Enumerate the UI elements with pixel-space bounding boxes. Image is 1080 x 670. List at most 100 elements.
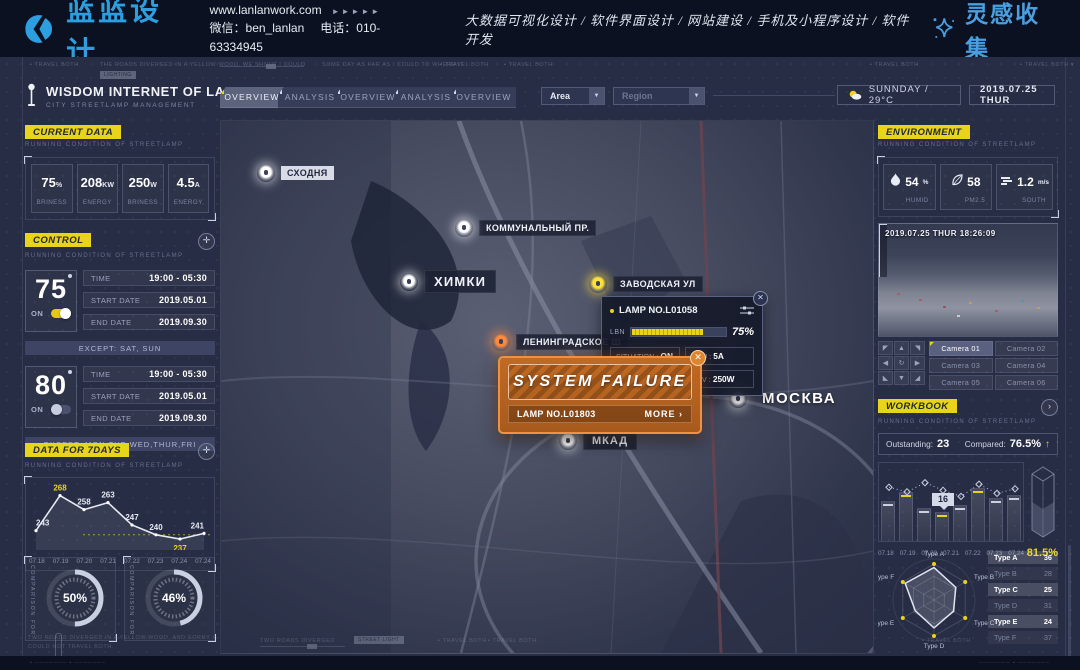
schedule-value[interactable]: 19:00 - 05:30: [149, 273, 207, 283]
schedule-value[interactable]: 2019.05.01: [159, 295, 207, 305]
add-button[interactable]: ✛: [198, 233, 215, 250]
footer-decoration: ▪ ─────── ▪ ───────: [30, 660, 106, 666]
decor-slider: [220, 66, 304, 67]
schedule-value[interactable]: 2019.09.30: [159, 317, 207, 327]
stat-label: ENERGY: [78, 199, 118, 206]
env-label: HUMID: [887, 197, 932, 204]
svg-text:241: 241: [191, 521, 205, 530]
pan-down-icon[interactable]: ▼: [894, 371, 909, 385]
on-row: ON: [26, 309, 76, 318]
close-icon[interactable]: ✕: [753, 291, 768, 306]
chevron-down-icon[interactable]: ▼: [589, 88, 604, 104]
panel-subtitle: RUNNING CONDITION OF STREETLAMP: [25, 463, 215, 469]
schedule-value[interactable]: 2019.09.30: [159, 413, 207, 423]
env-label: PM2.5: [944, 197, 989, 204]
camera-button[interactable]: Camera 06: [995, 375, 1059, 390]
map-pin[interactable]: ЗАВОДСКАЯ УЛ: [589, 275, 703, 293]
env-card-top: 54%: [887, 173, 932, 191]
map-pin[interactable]: СХОДНЯ: [257, 164, 334, 182]
radar-legend-row[interactable]: Type B28: [988, 567, 1058, 580]
add-button[interactable]: ✛: [198, 443, 215, 460]
workbook-stats: Outstanding: 23 Compared: 76.5% ↑: [878, 433, 1058, 455]
pan-down-right-icon[interactable]: ◢: [910, 371, 925, 385]
stat-card: 208KWENERGY: [77, 164, 119, 213]
pan-up-right-icon[interactable]: ◥: [910, 341, 925, 355]
schedule-value[interactable]: 2019.05.01: [159, 391, 207, 401]
pan-up-icon[interactable]: ▲: [894, 341, 909, 355]
panel-subtitle: RUNNING CONDITION OF STREETLAMP: [878, 142, 1058, 148]
power-toggle[interactable]: [51, 309, 71, 318]
frame-line: [1065, 57, 1066, 656]
stat-label: ENERGY: [169, 199, 209, 206]
scrollbar[interactable]: [1068, 545, 1071, 661]
pin-label: ХИМКИ: [424, 270, 496, 293]
pin-label: СХОДНЯ: [281, 166, 334, 180]
radar-legend-row[interactable]: Type A36: [988, 551, 1058, 564]
stat-value: 4.5A: [169, 174, 209, 192]
city-map[interactable]: СХОДНЯКОММУНАЛЬНЫЙ ПР.ХИМКИЗАВОДСКАЯ УЛЛ…: [220, 120, 874, 654]
legend-value: 28: [1044, 569, 1052, 578]
radar-legend-row[interactable]: Type C 25: [988, 583, 1058, 596]
schedule-label: TIME: [91, 274, 111, 283]
close-icon[interactable]: ✕: [690, 350, 706, 366]
environment-card: 54% HUMID: [883, 164, 936, 210]
alert-title: SYSTEM FAILURE: [513, 373, 687, 391]
refresh-icon[interactable]: ↻: [894, 356, 909, 370]
tank-graphic: [1028, 462, 1058, 542]
sliders-icon[interactable]: [740, 306, 754, 315]
footer-decoration: ─────── ▪ ───────: [979, 660, 1050, 666]
on-row: ON: [26, 405, 76, 414]
map-pin[interactable]: ХИМКИ: [400, 270, 496, 293]
power-toggle[interactable]: [51, 405, 71, 414]
camera-feed[interactable]: 2019.07.25 THUR 18:26:09: [878, 223, 1058, 337]
radar-legend-row[interactable]: Type E 24: [988, 615, 1058, 628]
decor-slider: [260, 646, 345, 647]
tab-overview[interactable]: OVERVIEW: [336, 87, 400, 108]
env-value: 58: [967, 175, 980, 189]
tab-analysis[interactable]: ANALYSIS: [278, 87, 342, 108]
decor-text: ▪ TRAVEL BOTH: [922, 638, 971, 644]
camera-button[interactable]: Camera 03: [929, 358, 993, 373]
pan-up-left-icon[interactable]: ◤: [878, 341, 893, 355]
schedule-value[interactable]: 19:00 - 05:30: [149, 369, 207, 379]
svg-text:Type A: Type A: [924, 551, 945, 558]
camera-buttons: Camera 01Camera 02Camera 03Camera 04Came…: [929, 341, 1058, 390]
camera-button[interactable]: Camera 05: [929, 375, 993, 390]
stat-card: 4.5A ENERGY: [168, 164, 210, 213]
tab-overview[interactable]: OVERVIEW: [452, 87, 516, 108]
schedule-row: TIME19:00 - 05:30: [83, 366, 215, 382]
legend-value: 25: [1044, 585, 1052, 594]
stat-value: 250W: [123, 174, 163, 192]
pan-right-icon[interactable]: ▶: [910, 356, 925, 370]
website-link[interactable]: www.lanlanwork.com: [210, 3, 322, 17]
dashboard: ▪ TRAVEL BOTHTHE ROADS DIVERGED IN A YEL…: [0, 57, 1080, 670]
map-pin[interactable]: КОММУНАЛЬНЫЙ ПР.: [455, 219, 596, 237]
environment-panel: ENVIRONMENT RUNNING CONDITION OF STREETL…: [878, 125, 1058, 217]
brightness-setpoint: 75ON: [25, 270, 77, 332]
services-list: 大数据可视化设计 / 软件界面设计 / 网站建设 / 手机及小程序设计 / 软件…: [465, 10, 915, 48]
next-button[interactable]: ›: [1041, 399, 1058, 416]
trend-up-icon: ↑: [1045, 439, 1050, 450]
camera-button[interactable]: Camera 04: [995, 358, 1059, 373]
collect-text: 灵感收集: [965, 0, 1060, 63]
pan-down-left-icon[interactable]: ◣: [878, 371, 893, 385]
area-select[interactable]: Area ▼: [541, 87, 605, 105]
control-group: 75ONTIME19:00 - 05:30START DATE2019.05.0…: [25, 270, 215, 332]
map-pin[interactable]: МКАД: [559, 432, 637, 450]
stat-card: 250WBRINESS: [122, 164, 164, 213]
collect-brand: 灵感收集: [931, 0, 1060, 63]
tab-overview[interactable]: OVERVIEW: [220, 87, 284, 108]
legend-label: Type C: [994, 585, 1018, 594]
legend-label: Type E: [994, 617, 1017, 626]
legend-value: 24: [1044, 617, 1052, 626]
chevron-down-icon[interactable]: ▼: [689, 88, 704, 104]
radar-legend-row[interactable]: Type D31: [988, 599, 1058, 612]
camera-button[interactable]: Camera 02: [995, 341, 1059, 356]
camera-button[interactable]: Camera 01: [929, 341, 993, 356]
tab-analysis[interactable]: ANALYSIS: [394, 87, 458, 108]
more-button[interactable]: MORE ›: [644, 409, 683, 419]
pan-left-icon[interactable]: ◀: [878, 356, 893, 370]
brightness-bar[interactable]: [630, 327, 727, 337]
region-select[interactable]: Region ▼: [613, 87, 705, 105]
except-days: EXCEPT: SAT, SUN: [25, 341, 215, 355]
